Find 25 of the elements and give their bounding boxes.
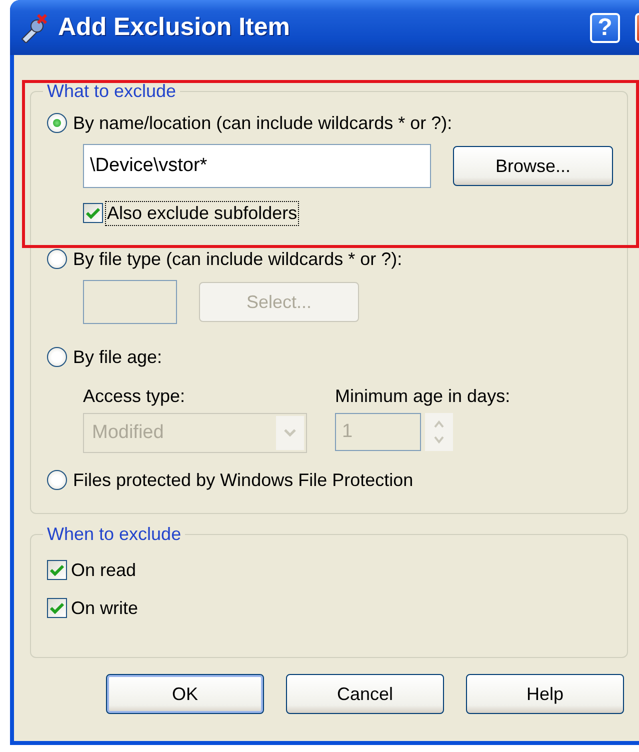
dialog-button[interactable]: Cancel (286, 674, 444, 714)
browse-button[interactable]: Browse... (453, 146, 613, 186)
radio-button[interactable] (47, 249, 67, 269)
group-title: When to exclude (46, 524, 182, 545)
help-button[interactable]: ? (590, 12, 620, 42)
checkbox[interactable] (47, 598, 67, 618)
group-title: What to exclude (46, 81, 178, 102)
radio-button[interactable] (47, 113, 67, 133)
checkbox-label: On write (71, 598, 138, 618)
dialog-button[interactable]: Help (466, 674, 624, 714)
option-label: By name/location (can include wildcards * or ?): (73, 112, 452, 134)
radio-button[interactable] (47, 347, 67, 367)
minimum-age-label: Minimum age in days: (335, 386, 510, 407)
access-type-label: Access type: (83, 386, 186, 407)
checkbox[interactable] (83, 203, 103, 223)
path-field[interactable]: \Device\vstor* (83, 144, 431, 188)
radio-button[interactable] (47, 470, 67, 490)
dialog-button[interactable]: OK (106, 674, 264, 714)
option-label: By file type (can include wildcards * or ?): (73, 248, 402, 270)
option-label: Files protected by Windows File Protection (73, 470, 414, 490)
checkbox[interactable] (47, 560, 67, 580)
checkbox-label: On read (71, 560, 136, 580)
option-label: By file age: (73, 346, 162, 368)
checkbox-label: Also exclude subfolders (107, 202, 298, 224)
window-title: Add Exclusion Item (58, 13, 291, 42)
